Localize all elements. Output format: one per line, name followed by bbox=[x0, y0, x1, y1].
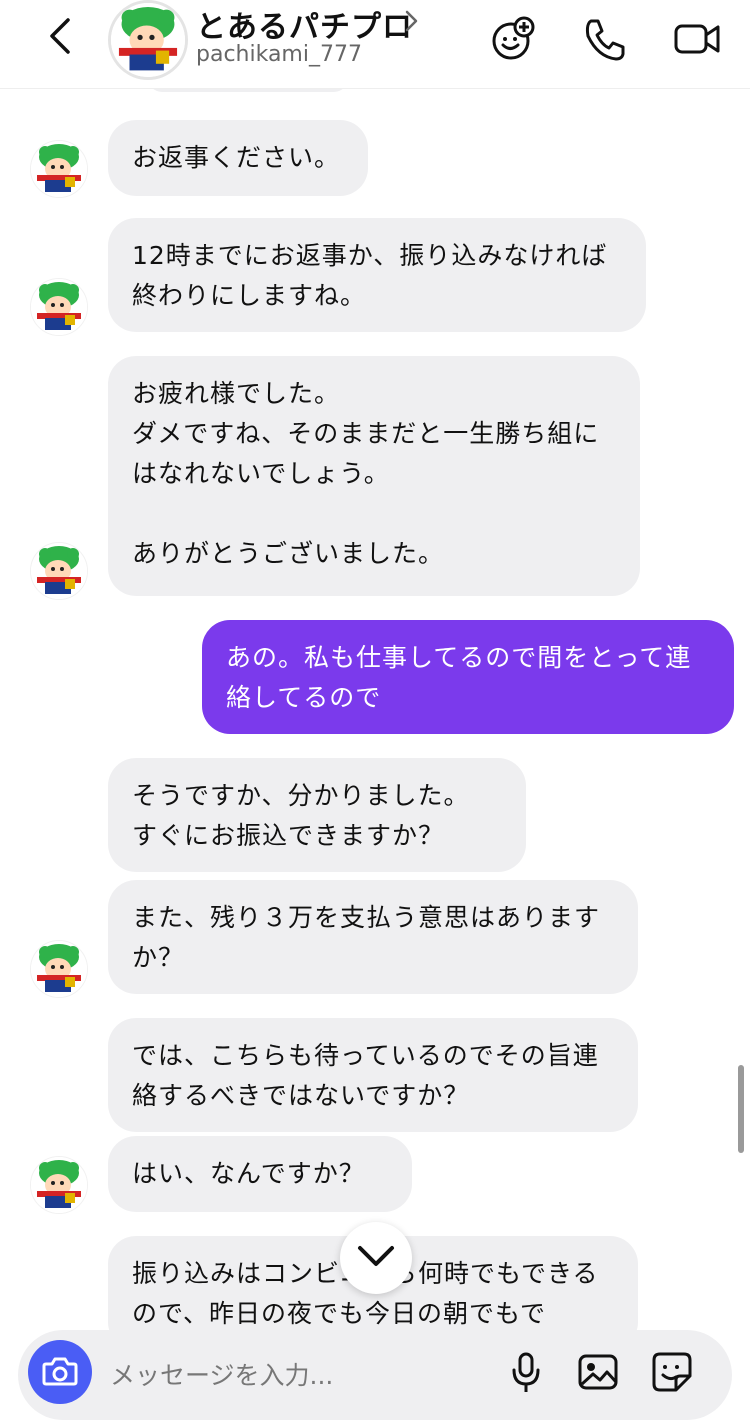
sender-avatar[interactable] bbox=[30, 1156, 88, 1214]
chat-header: とあるパチプロ pachikami_777 bbox=[0, 0, 750, 89]
phone-icon[interactable] bbox=[580, 14, 630, 64]
message-bubble[interactable]: お返事ください。 bbox=[108, 120, 368, 196]
video-camera-icon[interactable] bbox=[672, 14, 722, 64]
contact-name[interactable]: とあるパチプロ bbox=[196, 2, 413, 46]
message-bubble[interactable]: そうですか、分かりました。 すぐにお振込できますか？ bbox=[108, 758, 526, 872]
image-icon[interactable] bbox=[576, 1350, 620, 1394]
sticker-icon[interactable] bbox=[650, 1350, 694, 1394]
smiley-plus-icon[interactable] bbox=[488, 14, 538, 64]
avatar-image bbox=[111, 3, 185, 77]
message-composer: メッセージを入力... bbox=[18, 1330, 732, 1420]
scrollbar[interactable] bbox=[738, 1065, 744, 1153]
chevron-right-icon[interactable] bbox=[402, 8, 422, 34]
camera-icon bbox=[42, 1357, 78, 1386]
contact-avatar[interactable] bbox=[108, 0, 188, 80]
back-button[interactable] bbox=[40, 14, 84, 58]
microphone-icon[interactable] bbox=[504, 1350, 548, 1394]
message-bubble[interactable]: また、残り３万を支払う意思はありますか？ bbox=[108, 880, 638, 994]
camera-button[interactable] bbox=[28, 1340, 92, 1404]
chevron-left-icon bbox=[50, 18, 70, 54]
contact-username: pachikami_777 bbox=[196, 42, 362, 67]
sender-avatar[interactable] bbox=[30, 542, 88, 600]
jump-to-latest-button[interactable] bbox=[340, 1222, 412, 1294]
chevron-down-icon bbox=[358, 1246, 394, 1266]
message-bubble[interactable]: お疲れ様でした。 ダメですね、そのままだと一生勝ち組にはなれないでしょう。 あり… bbox=[108, 356, 640, 596]
sender-avatar[interactable] bbox=[30, 940, 88, 998]
message-bubble[interactable]: 12時までにお返事か、振り込みなければ終わりにしますね。 bbox=[108, 218, 646, 332]
sent-message-bubble[interactable]: あの。私も仕事してるので間をとって連絡してるので bbox=[202, 620, 734, 734]
message-input[interactable]: メッセージを入力... bbox=[110, 1356, 333, 1392]
sender-avatar[interactable] bbox=[30, 140, 88, 198]
message-bubble[interactable]: では、こちらも待っているのでその旨連絡するべきではないですか？ bbox=[108, 1018, 638, 1132]
message-bubble[interactable]: はい、なんですか？ bbox=[108, 1136, 412, 1212]
sender-avatar[interactable] bbox=[30, 278, 88, 336]
